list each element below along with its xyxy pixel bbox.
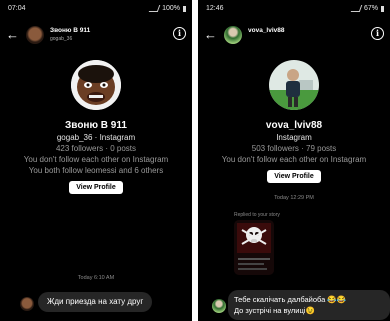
info-icon[interactable]: i	[173, 27, 186, 40]
battery-level: 67%	[363, 5, 378, 12]
header-subtitle: gogab_36	[50, 36, 73, 42]
face-image	[71, 60, 121, 110]
message-timestamp: Today 12:29 PM	[274, 195, 314, 201]
message-timestamp: Today 6:10 AM	[77, 275, 115, 281]
header-title[interactable]: vova_lviv88	[248, 27, 285, 34]
sender-avatar[interactable]	[20, 297, 34, 311]
story-preview[interactable]	[234, 220, 274, 275]
chat-header: ← vova_lviv88 i	[198, 22, 390, 52]
message-line-2: До зустрічі на вулиці😉	[234, 306, 315, 315]
profile-card: Звоню В 911 gogab_36 · Instagram 423 fol…	[0, 60, 192, 194]
arrow-left-icon[interactable]: ←	[6, 28, 19, 41]
profile-stats: 503 followers · 79 posts	[251, 144, 337, 153]
profile-handle: gogab_36 · Instagram	[56, 133, 136, 142]
message-line-1: Тебе скалічать далбайоба 😂😂	[234, 295, 347, 304]
profile-name: vova_lviv88	[265, 120, 323, 131]
signal-icon	[148, 5, 161, 12]
battery-level: 100%	[162, 5, 180, 12]
status-icons: 67%	[350, 5, 384, 12]
message-bubble[interactable]: Тебе скалічать далбайоба 😂😂 До зустрічі …	[228, 290, 390, 320]
profile-avatar[interactable]	[269, 60, 319, 110]
status-icons: 100%	[148, 5, 186, 12]
skull-icon	[234, 220, 274, 275]
battery-icon	[381, 5, 384, 12]
dm-screen-right: 12:46 67% ← vova_lviv88 i vova_lviv88 In…	[198, 0, 390, 321]
dm-screen-left: 07:04 100% ← Звоню В 911 gogab_36 i Звон…	[0, 0, 192, 321]
battery-icon	[183, 5, 186, 12]
profile-card: vova_lviv88 Instagram 503 followers · 79…	[198, 60, 390, 183]
mutual-note: You both follow leomessi and 6 others	[28, 166, 164, 175]
sender-avatar[interactable]	[212, 299, 226, 313]
status-bar: 07:04 100%	[0, 0, 192, 18]
profile-platform: Instagram	[276, 133, 312, 142]
status-time: 12:46	[206, 5, 224, 12]
view-profile-button[interactable]: View Profile	[69, 181, 123, 194]
header-title[interactable]: Звоню В 911	[50, 27, 90, 34]
header-avatar[interactable]	[224, 26, 242, 44]
view-profile-button[interactable]: View Profile	[267, 170, 321, 183]
profile-stats: 423 followers · 0 posts	[55, 144, 137, 153]
signal-icon	[350, 5, 363, 12]
person-photo	[269, 60, 319, 110]
chat-header: ← Звоню В 911 gogab_36 i	[0, 22, 192, 52]
arrow-left-icon[interactable]: ←	[204, 28, 217, 41]
profile-name: Звоню В 911	[65, 120, 127, 131]
header-avatar[interactable]	[26, 26, 44, 44]
follow-note: You don't follow each other on Instagram	[23, 155, 169, 164]
info-icon[interactable]: i	[371, 27, 384, 40]
follow-note: You don't follow each other on Instagram	[221, 155, 367, 164]
profile-avatar[interactable]	[71, 60, 121, 110]
message-bubble[interactable]: Жди приезда на хату друг	[38, 292, 153, 312]
status-bar: 12:46 67%	[198, 0, 390, 18]
status-time: 07:04	[8, 5, 26, 12]
reply-label: Replied to your story	[234, 212, 280, 218]
